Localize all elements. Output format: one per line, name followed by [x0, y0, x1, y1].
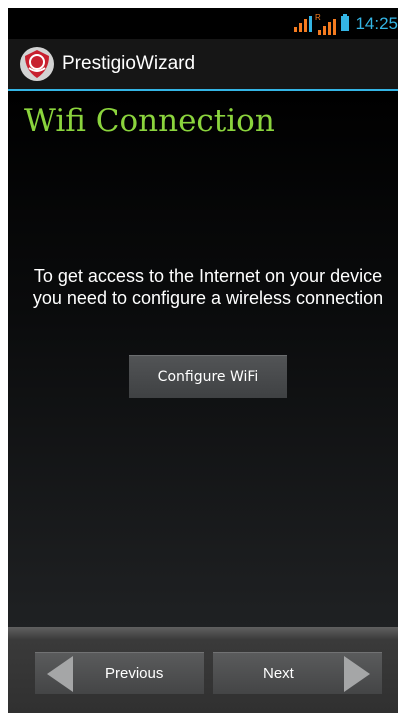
roaming-indicator: R [315, 13, 321, 22]
app-title: PrestigioWizard [62, 53, 196, 74]
bottom-navigation-bar: Previous Next [8, 627, 398, 713]
status-icons: R 14:25 [294, 8, 398, 39]
signal-strength-icon [294, 15, 313, 32]
phone-screen: R 14:25 PrestigioWizard Wifi Connection … [8, 8, 398, 713]
status-clock: 14:25 [355, 13, 398, 33]
battery-icon [341, 14, 350, 31]
roaming-signal-icon: R [315, 13, 337, 35]
arrow-right-icon [344, 656, 370, 692]
next-button[interactable]: Next [213, 652, 382, 694]
previous-label: Previous [105, 665, 164, 682]
arrow-left-icon [47, 656, 73, 692]
action-bar: PrestigioWizard [8, 39, 398, 89]
wifi-instruction-text: To get access to the Internet on your de… [32, 266, 384, 308]
page-title: Wifi Connection [24, 103, 275, 139]
previous-button[interactable]: Previous [35, 652, 204, 694]
main-content: Wifi Connection To get access to the Int… [8, 91, 398, 627]
status-bar: R 14:25 [8, 8, 398, 39]
prestigio-logo-icon[interactable] [19, 46, 55, 82]
configure-wifi-button[interactable]: Configure WiFi [129, 355, 287, 398]
next-label: Next [263, 665, 294, 682]
